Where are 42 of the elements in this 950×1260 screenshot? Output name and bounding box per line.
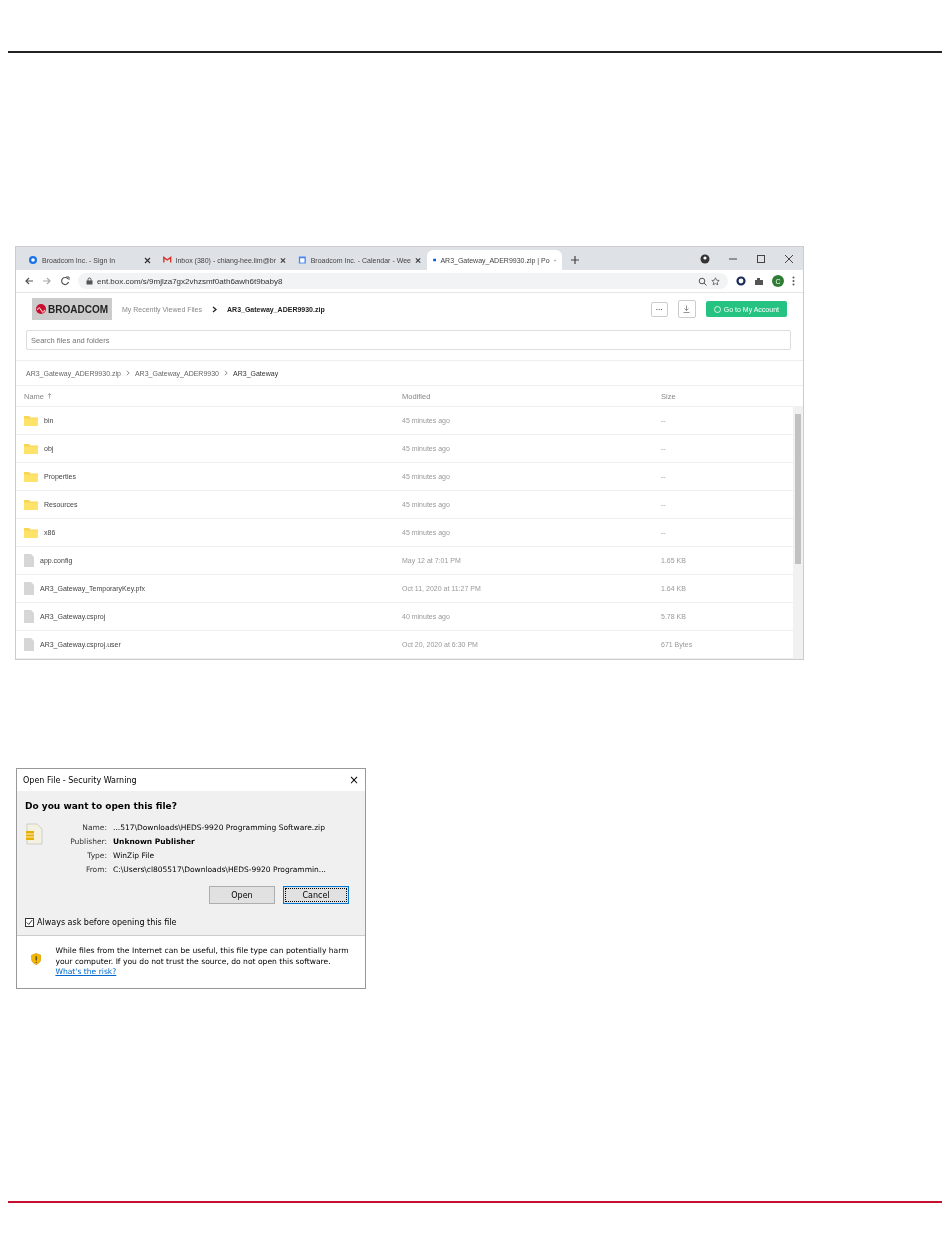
plus-icon[interactable] (570, 255, 580, 265)
mail-icon (163, 255, 172, 265)
more-icon[interactable] (792, 276, 795, 286)
checkbox-label[interactable]: Always ask before opening this file (37, 918, 177, 927)
lock-icon (86, 277, 93, 285)
chevron-icon (212, 305, 217, 313)
zoom-icon[interactable] (698, 276, 707, 286)
folder-icon (24, 527, 38, 538)
dialog-button[interactable]: Cancel (283, 886, 349, 904)
download-button[interactable] (677, 300, 696, 318)
back-icon[interactable] (24, 276, 34, 286)
address-bar[interactable]: ent.box.com/s/9mjlza7gx2vhzsmf0ath6awh6t9baby8 (78, 273, 728, 289)
dialog-title: Open File - Security Warning (23, 775, 137, 785)
folder-icon (24, 499, 38, 510)
folder-icon (24, 415, 38, 426)
chevron-icon (224, 370, 228, 376)
logo-text: BROADCOM (48, 303, 108, 315)
close-button[interactable]: × (348, 773, 359, 787)
download-icon (683, 305, 691, 313)
logo-mark-icon (36, 304, 46, 314)
checkbox[interactable] (25, 918, 34, 927)
dialog-button[interactable]: Open (209, 886, 275, 904)
url-text: ent.box.com/s/9mjlza7gx2vhzsmf0ath6awh6t9baby8 (97, 276, 283, 286)
profile-icon[interactable] (700, 254, 710, 264)
ring-icon[interactable] (736, 276, 746, 286)
sort-arrow-icon (47, 393, 52, 399)
calendar-icon (298, 255, 307, 265)
dialog-question: Do you want to open this file? (25, 801, 178, 811)
account-icon (713, 305, 721, 313)
chevron-icon (125, 370, 130, 376)
zip-file-icon (25, 823, 43, 845)
scrollbar[interactable] (793, 406, 803, 659)
maximize-icon[interactable] (756, 254, 766, 264)
folder-icon (24, 471, 38, 482)
folder-icon (24, 443, 38, 454)
file-icon (24, 554, 34, 567)
circle-icon (28, 255, 38, 265)
file-icon (24, 638, 34, 651)
file-icon (24, 610, 34, 623)
star-icon[interactable] (711, 276, 720, 286)
file-icon (24, 582, 34, 595)
reload-icon[interactable] (60, 276, 70, 286)
